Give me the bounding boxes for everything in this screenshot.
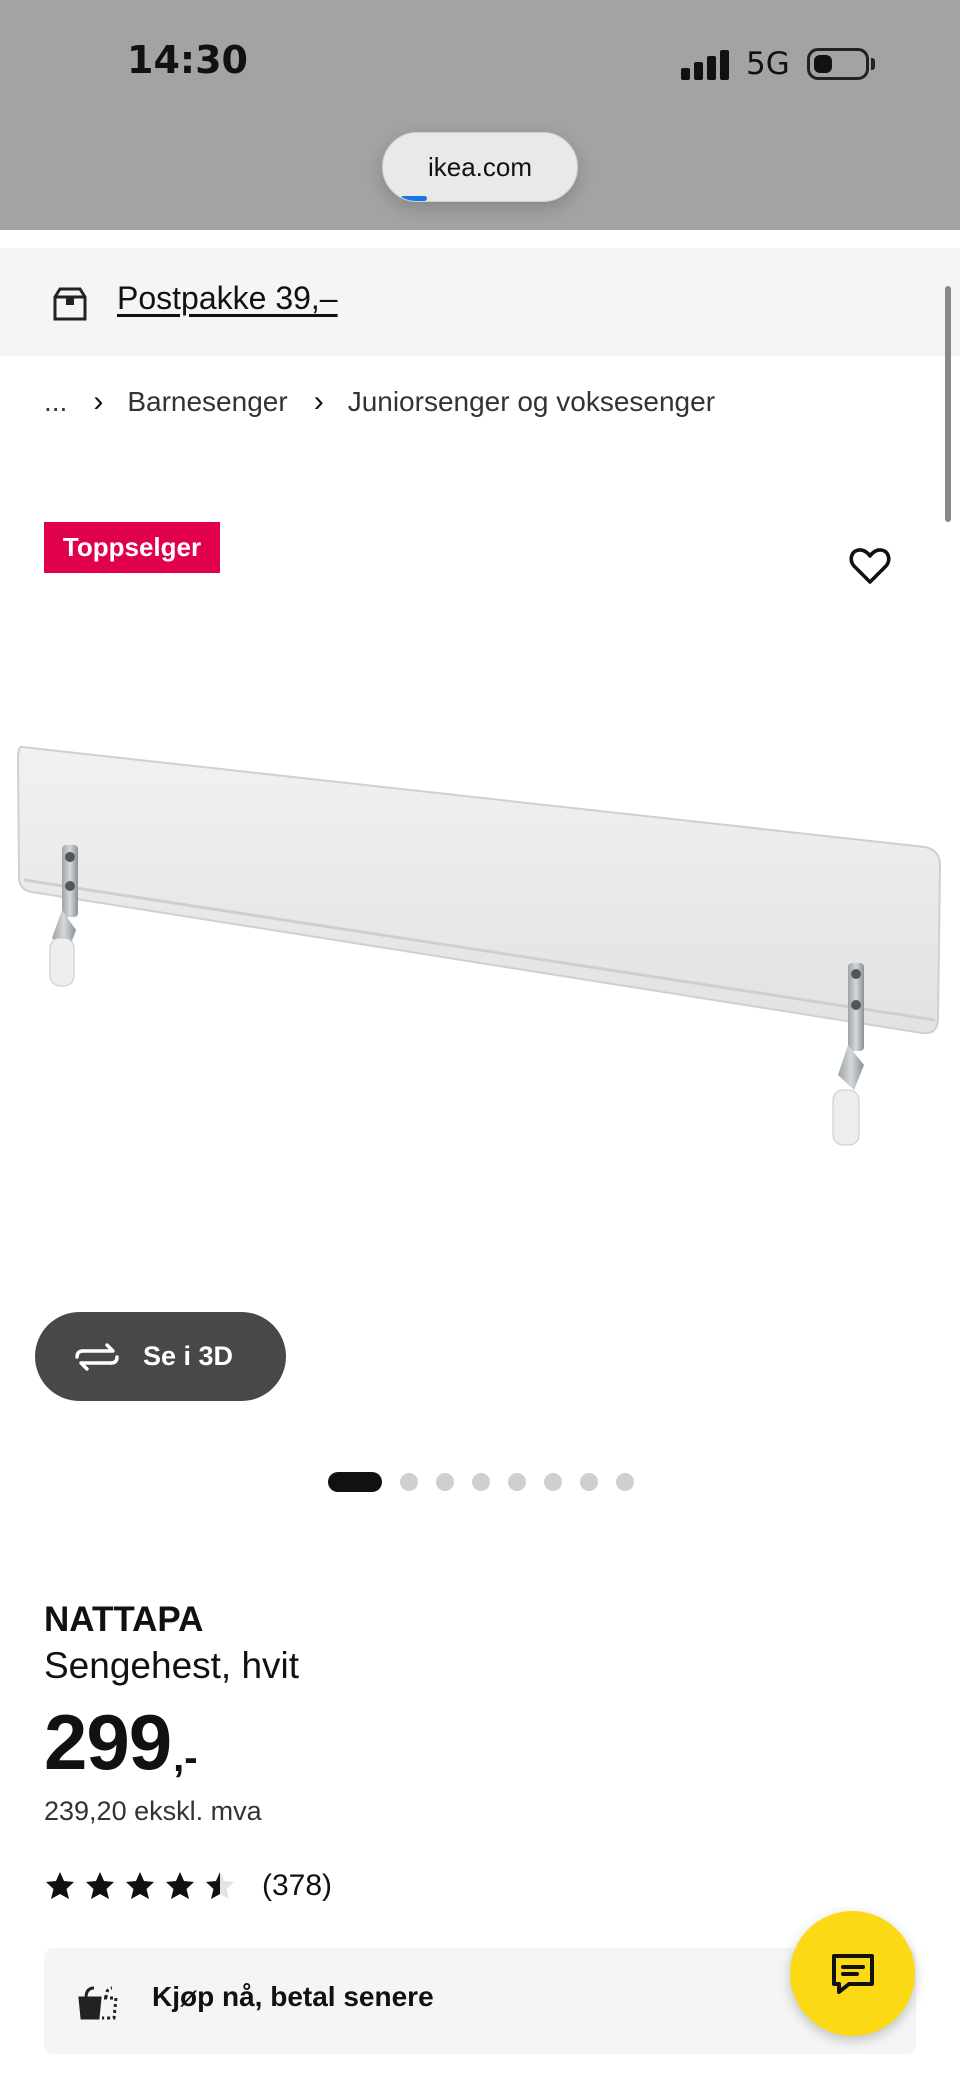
chevron-right-icon: › <box>93 385 104 418</box>
product-price: 299 ,- <box>44 1700 198 1784</box>
view-3d-button[interactable]: Se i 3D <box>35 1312 286 1401</box>
star-filled-icon <box>166 1872 194 1899</box>
price-value: 299 <box>44 1698 172 1786</box>
network-type: 5G <box>746 46 790 82</box>
gallery-dot-5[interactable] <box>508 1473 526 1491</box>
breadcrumb: ... › Barnesenger › Juniorsenger og voks… <box>44 380 715 424</box>
chevron-right-icon: › <box>313 385 324 418</box>
breadcrumb-ellipsis[interactable]: ... <box>44 386 67 418</box>
gallery-dot-4[interactable] <box>472 1473 490 1491</box>
signal-bars-icon <box>681 50 731 80</box>
battery-tip <box>871 58 875 70</box>
topseller-badge: Toppselger <box>44 522 220 573</box>
product-image[interactable] <box>0 720 960 1200</box>
price-suffix: ,- <box>173 1736 198 1780</box>
gallery-dot-3[interactable] <box>436 1473 454 1491</box>
gallery-dot-6[interactable] <box>544 1473 562 1491</box>
gallery-dot-1[interactable] <box>328 1472 382 1492</box>
gallery-dot-2[interactable] <box>400 1473 418 1491</box>
chat-bubble-icon <box>831 1953 874 1994</box>
page-load-progress <box>401 196 427 201</box>
address-bar[interactable]: ikea.com <box>382 132 578 202</box>
product-description: Sengehest, hvit <box>44 1645 300 1686</box>
rotate-arrows-icon <box>75 1342 119 1371</box>
view-3d-label: Se i 3D <box>143 1341 234 1371</box>
battery-icon <box>807 48 869 80</box>
buy-now-pay-later-icon <box>78 1986 118 2020</box>
gallery-dot-8[interactable] <box>616 1473 634 1491</box>
star-half-icon <box>206 1872 234 1899</box>
star-filled-icon <box>46 1872 74 1899</box>
package-box-icon <box>53 287 87 321</box>
product-rating[interactable]: (378) <box>44 1866 332 1906</box>
buy-now-pay-later-label: Kjøp nå, betal senere <box>152 1981 434 2012</box>
breadcrumb-item-juniorsenger[interactable]: Juniorsenger og voksesenger <box>348 386 715 418</box>
heart-outline-icon[interactable] <box>846 542 894 590</box>
chat-button[interactable] <box>790 1911 915 2036</box>
status-bar: 14:30 5G ikea.com <box>0 0 960 230</box>
breadcrumb-item-barnesenger[interactable]: Barnesenger <box>127 386 287 418</box>
status-time: 14:30 <box>127 38 248 82</box>
gallery-dot-7[interactable] <box>580 1473 598 1491</box>
address-url: ikea.com <box>427 151 533 182</box>
rating-stars <box>44 1870 244 1902</box>
delivery-price-link[interactable]: Postpakke 39,– <box>117 280 338 317</box>
price-excl-vat: 239,20 ekskl. mva <box>44 1796 262 1826</box>
gallery-pagination[interactable] <box>328 1472 652 1492</box>
page-scrollbar[interactable] <box>945 286 951 522</box>
star-filled-icon <box>86 1872 114 1899</box>
review-count: (378) <box>262 1869 333 1902</box>
product-name: NATTAPA <box>44 1600 204 1639</box>
star-filled-icon <box>126 1872 154 1899</box>
